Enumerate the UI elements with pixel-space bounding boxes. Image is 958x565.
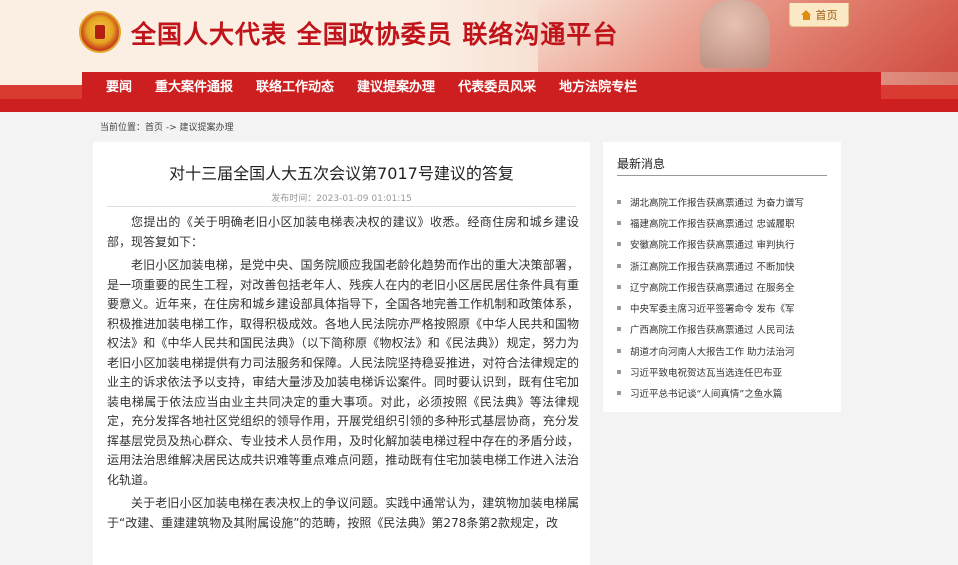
article-paragraph: 关于老旧小区加装电梯在表决权上的争议问题。实践中通常认为，建筑物加装电梯属于“改… (107, 496, 579, 530)
news-item-label: 中央军委主席习近平签署命令 发布《军 (630, 304, 795, 316)
article-divider (107, 206, 576, 207)
news-list: 湖北高院工作报告获高票通过 为奋力谱写 福建高院工作报告获高票通过 忠诚履职 安… (617, 191, 832, 404)
breadcrumb: 当前位置：首页 -> 建议提案办理 (100, 123, 234, 133)
bullet-icon (617, 242, 621, 247)
news-item-label: 辽宁高院工作报告获高票通过 在服务全 (630, 282, 795, 294)
news-item-label: 浙江高院工作报告获高票通过 不断加快 (630, 261, 795, 273)
bullet-icon (617, 199, 621, 204)
bullet-icon (617, 263, 621, 268)
sidebar-divider (617, 175, 827, 176)
news-item[interactable]: 中央军委主席习近平签署命令 发布《军 (617, 297, 832, 318)
news-item-label: 胡道才向河南人大报告工作 助力法治河 (630, 346, 795, 358)
bullet-icon (617, 220, 621, 225)
bullet-icon (617, 306, 621, 311)
news-item[interactable]: 广西高院工作报告获高票通过 人民司法 (617, 319, 832, 340)
article-title: 对十三届全国人大五次会议第7017号建议的答复 (169, 164, 514, 183)
article-body: 您提出的《关于明确老旧小区加装电梯表决权的建议》收悉。经商住房和城乡建设部，现答… (107, 213, 579, 537)
home-button[interactable]: 首页 (789, 3, 849, 27)
news-item[interactable]: 辽宁高院工作报告获高票通过 在服务全 (617, 276, 832, 297)
nav-item-representatives[interactable]: 代表委员风采 (458, 76, 536, 95)
main-nav: 要闻 重大案件通报 联络工作动态 建议提案办理 代表委员风采 地方法院专栏 (82, 72, 881, 99)
latest-news-panel: 最新消息 湖北高院工作报告获高票通过 为奋力谱写 福建高院工作报告获高票通过 忠… (603, 142, 841, 412)
nav-band (0, 99, 958, 112)
bullet-icon (617, 327, 621, 332)
news-item-label: 习近平致电祝贺达瓦当选连任巴布亚 (630, 368, 783, 380)
news-item-label: 湖北高院工作报告获高票通过 为奋力谱写 (630, 197, 805, 209)
nav-item-liaison[interactable]: 联络工作动态 (256, 76, 334, 95)
news-item[interactable]: 习近平总书记谈“人间真情”之鱼水篇 (617, 383, 832, 404)
nav-item-proposals[interactable]: 建议提案办理 (357, 76, 435, 95)
news-item[interactable]: 福建高院工作报告获高票通过 忠诚履职 (617, 212, 832, 233)
news-item[interactable]: 安徽高院工作报告获高票通过 审判执行 (617, 234, 832, 255)
bullet-icon (617, 348, 621, 353)
nav-item-major-cases[interactable]: 重大案件通报 (155, 76, 233, 95)
news-item-label: 习近平总书记谈“人间真情”之鱼水篇 (630, 389, 783, 401)
court-emblem-icon (79, 11, 121, 53)
home-label: 首页 (815, 8, 838, 22)
stone-lion-decoration (700, 0, 770, 68)
news-item[interactable]: 湖北高院工作报告获高票通过 为奋力谱写 (617, 191, 832, 212)
nav-item-local-courts[interactable]: 地方法院专栏 (559, 76, 637, 95)
publish-time: 发布时间：2023-01-09 01:01:15 (271, 194, 412, 204)
news-item-label: 福建高院工作报告获高票通过 忠诚履职 (630, 218, 795, 230)
site-title: 全国人大代表 全国政协委员 联络沟通平台 (131, 20, 619, 49)
latest-news-title: 最新消息 (617, 157, 666, 171)
article-paragraph: 老旧小区加装电梯，是党中央、国务院顺应我国老龄化趋势而作出的重大决策部署，是一项… (107, 258, 579, 487)
article-panel: 对十三届全国人大五次会议第7017号建议的答复 发布时间：2023-01-09 … (93, 142, 590, 565)
bullet-icon (617, 391, 621, 396)
bullet-icon (617, 284, 621, 289)
news-item[interactable]: 习近平致电祝贺达瓦当选连任巴布亚 (617, 361, 832, 382)
nav-item-news[interactable]: 要闻 (106, 76, 132, 95)
news-item[interactable]: 胡道才向河南人大报告工作 助力法治河 (617, 340, 832, 361)
news-item-label: 广西高院工作报告获高票通过 人民司法 (630, 325, 795, 337)
news-item-label: 安徽高院工作报告获高票通过 审判执行 (630, 240, 795, 252)
news-item[interactable]: 浙江高院工作报告获高票通过 不断加快 (617, 255, 832, 276)
bullet-icon (617, 370, 621, 375)
home-icon (800, 9, 812, 20)
article-paragraph: 您提出的《关于明确老旧小区加装电梯表决权的建议》收悉。经商住房和城乡建设部，现答… (107, 215, 579, 249)
